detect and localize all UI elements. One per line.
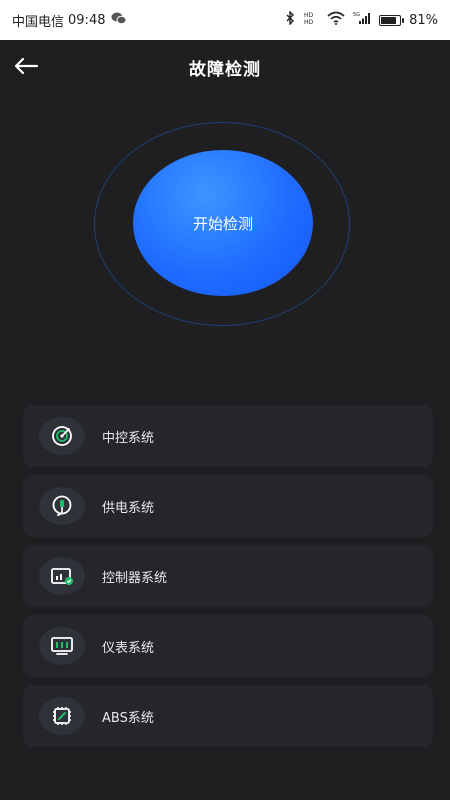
system-label: 控制器系统 xyxy=(102,570,168,586)
controller-icon xyxy=(39,557,85,595)
system-list: 中控系统 供电系统 控制器系统 仪表系统 ABS系统 xyxy=(23,405,433,755)
svg-text:HD: HD xyxy=(304,12,314,19)
signal-5g-icon: 5G xyxy=(353,11,371,29)
status-right: HD HD 5G 81% xyxy=(285,10,438,29)
status-left: 中国电信 09:48 xyxy=(12,11,127,30)
wechat-icon xyxy=(111,12,127,29)
bluetooth-icon xyxy=(285,10,295,29)
system-label: 供电系统 xyxy=(102,500,155,516)
radar-icon xyxy=(39,417,85,455)
system-item-controller[interactable]: 控制器系统 xyxy=(23,545,433,607)
power-plug-icon xyxy=(39,487,85,525)
hd-icon: HD HD xyxy=(303,11,319,29)
svg-text:5G: 5G xyxy=(353,12,360,18)
system-label: 中控系统 xyxy=(102,430,155,446)
system-item-power-supply[interactable]: 供电系统 xyxy=(23,475,433,537)
dashboard-icon xyxy=(39,627,85,665)
system-item-central-control[interactable]: 中控系统 xyxy=(23,405,433,467)
carrier-label: 中国电信 xyxy=(12,15,65,30)
svg-text:HD: HD xyxy=(304,19,314,25)
system-label: ABS系统 xyxy=(102,710,154,726)
system-item-instrument[interactable]: 仪表系统 xyxy=(23,615,433,677)
status-bar: 中国电信 09:48 HD HD 5G 81% xyxy=(0,0,450,40)
wifi-icon xyxy=(327,11,345,29)
battery-percent: 81% xyxy=(409,12,438,28)
start-detect-button[interactable]: 开始检测 xyxy=(133,150,313,296)
page-title: 故障检测 xyxy=(189,60,261,80)
header: 故障检测 xyxy=(0,40,450,96)
status-time: 09:48 xyxy=(68,13,106,28)
chip-icon xyxy=(39,697,85,735)
system-item-abs[interactable]: ABS系统 xyxy=(23,685,433,747)
system-label: 仪表系统 xyxy=(102,640,155,656)
battery-fill xyxy=(381,16,396,24)
battery-icon xyxy=(379,14,405,26)
start-detect-label: 开始检测 xyxy=(192,214,253,233)
